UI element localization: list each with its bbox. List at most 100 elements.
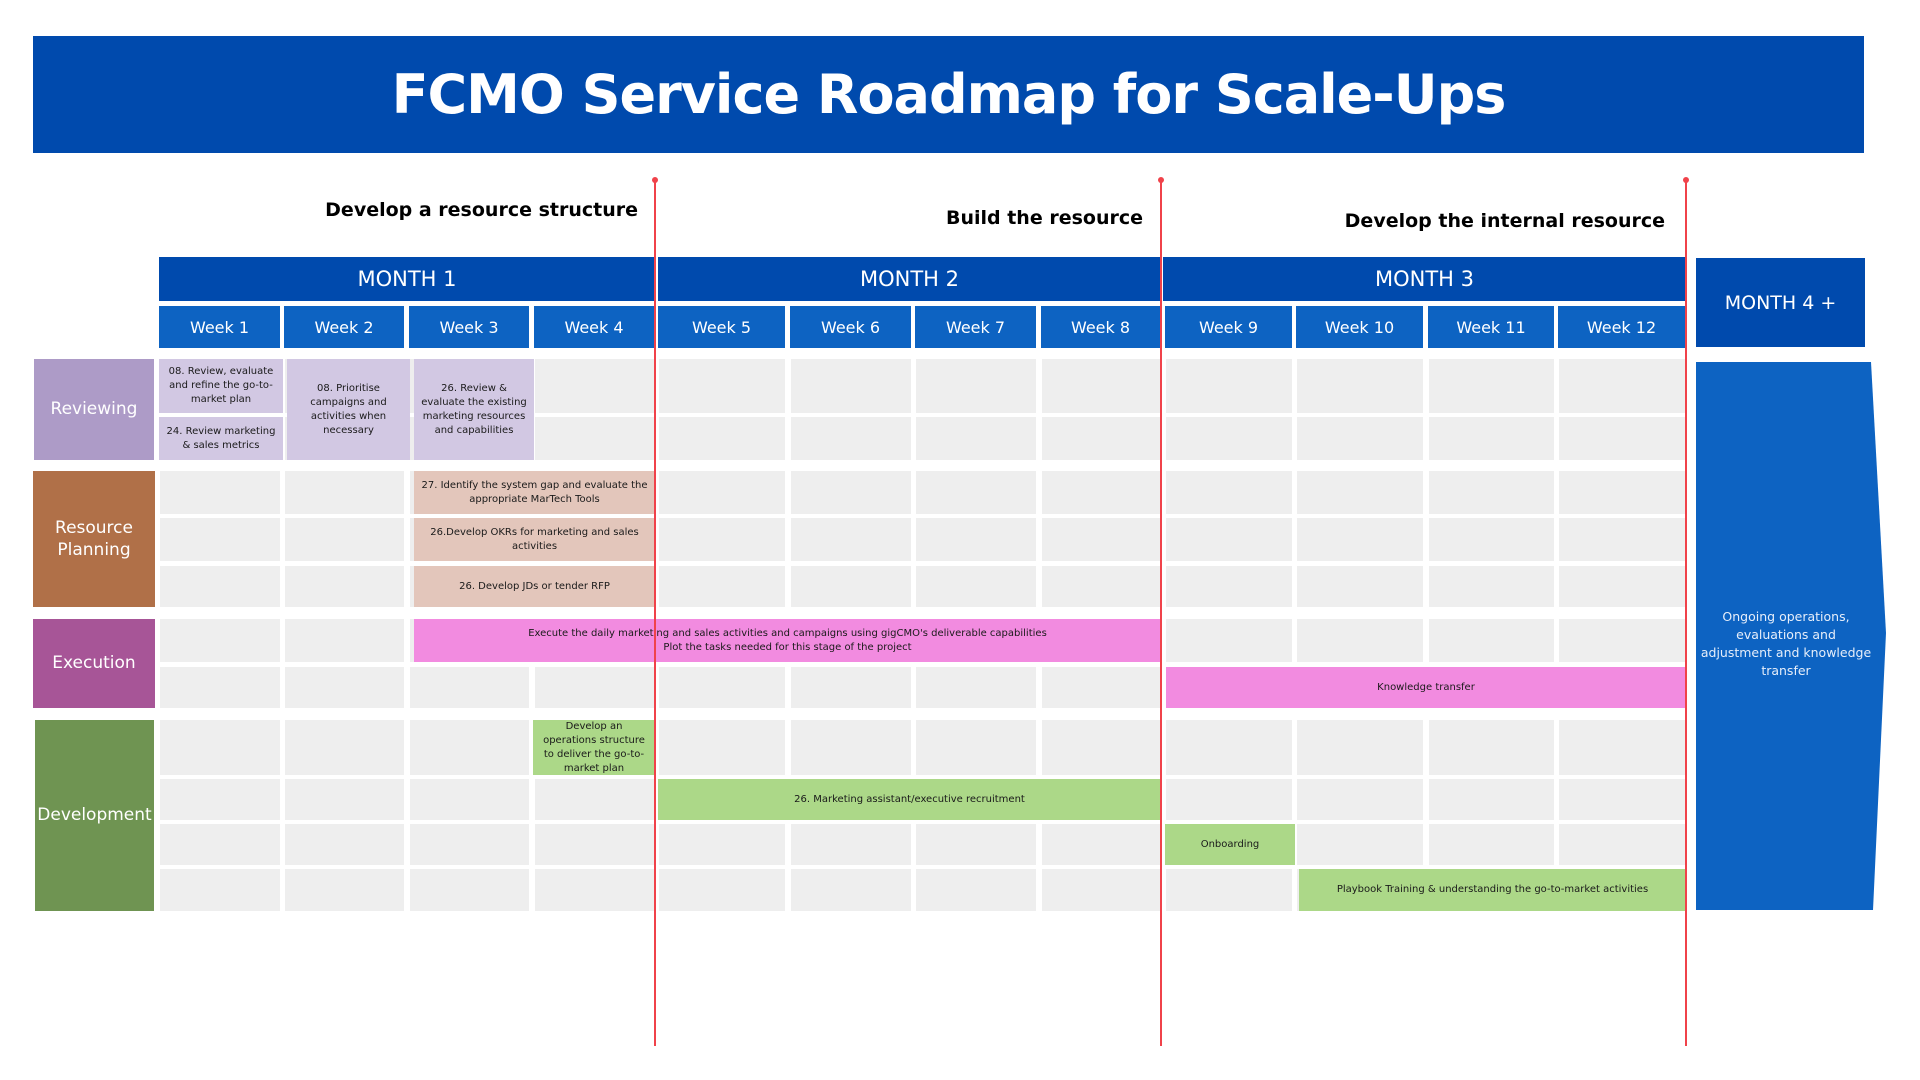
week-header-8: Week 8 bbox=[1041, 306, 1160, 348]
task-identify-system-gap[interactable]: 27. Identify the system gap and evaluate… bbox=[414, 471, 655, 514]
grid-cell bbox=[1166, 720, 1292, 775]
grid-cell bbox=[1042, 720, 1160, 775]
grid-cell bbox=[1042, 359, 1160, 413]
task-review-gtm-plan[interactable]: 08. Review, evaluate and refine the go-t… bbox=[159, 359, 283, 413]
grid-cell bbox=[285, 667, 404, 708]
grid-cell bbox=[659, 417, 785, 460]
grid-cell bbox=[1297, 619, 1423, 662]
week-header-11: Week 11 bbox=[1428, 306, 1554, 348]
task-knowledge-transfer[interactable]: Knowledge transfer bbox=[1166, 667, 1686, 708]
milestone-dot-1 bbox=[652, 177, 658, 183]
grid-cell bbox=[1166, 566, 1292, 607]
grid-cell bbox=[659, 518, 785, 561]
grid-cell bbox=[1429, 566, 1554, 607]
task-execute-line-2: Plot the tasks needed for this stage of … bbox=[663, 641, 912, 653]
phase-label-1: Develop a resource structure bbox=[325, 199, 638, 221]
grid-cell bbox=[1429, 779, 1554, 820]
task-prioritise-campaigns[interactable]: 08. Prioritise campaigns and activities … bbox=[287, 359, 410, 460]
grid-cell bbox=[535, 667, 654, 708]
grid-cell bbox=[1429, 824, 1554, 865]
grid-cell bbox=[285, 869, 404, 911]
page-title: FCMO Service Roadmap for Scale-Ups bbox=[391, 63, 1507, 126]
grid-cell bbox=[659, 720, 785, 775]
grid-cell bbox=[791, 667, 911, 708]
task-playbook-training[interactable]: Playbook Training & understanding the go… bbox=[1299, 869, 1686, 911]
task-develop-operations[interactable]: Develop an operations structure to deliv… bbox=[533, 720, 655, 775]
grid-cell bbox=[1559, 566, 1685, 607]
grid-cell bbox=[916, 720, 1036, 775]
grid-cell bbox=[410, 720, 529, 775]
grid-cell bbox=[916, 518, 1036, 561]
grid-cell bbox=[535, 417, 654, 460]
category-development: Development bbox=[35, 720, 154, 911]
phase-label-2: Build the resource bbox=[945, 207, 1143, 229]
grid-cell bbox=[410, 824, 529, 865]
grid-cell bbox=[1559, 359, 1685, 413]
grid-cell bbox=[1559, 720, 1685, 775]
grid-cell bbox=[1166, 417, 1292, 460]
grid-cell bbox=[659, 359, 785, 413]
grid-cell bbox=[410, 869, 529, 911]
grid-cell bbox=[410, 779, 529, 820]
milestone-dot-3 bbox=[1683, 177, 1689, 183]
title-banner: FCMO Service Roadmap for Scale-Ups bbox=[33, 36, 1864, 153]
month-2-header: MONTH 2 bbox=[658, 257, 1161, 301]
task-review-resources[interactable]: 26. Review & evaluate the existing marke… bbox=[414, 359, 534, 460]
week-header-3: Week 3 bbox=[409, 306, 529, 348]
task-onboarding[interactable]: Onboarding bbox=[1165, 824, 1295, 865]
task-execute-daily[interactable]: Execute the daily marketing and sales ac… bbox=[414, 619, 1161, 662]
grid-cell bbox=[1559, 417, 1685, 460]
grid-cell bbox=[791, 518, 911, 561]
milestone-line-3 bbox=[1685, 180, 1687, 1046]
week-header-12: Week 12 bbox=[1558, 306, 1685, 348]
grid-cell bbox=[791, 359, 911, 413]
grid-cell bbox=[1429, 471, 1554, 514]
grid-cell bbox=[1166, 471, 1292, 514]
grid-cell bbox=[285, 566, 404, 607]
grid-cell bbox=[1429, 720, 1554, 775]
phase-label-3: Develop the internal resource bbox=[1344, 210, 1665, 232]
grid-cell bbox=[160, 518, 280, 561]
month-3-header: MONTH 3 bbox=[1163, 257, 1686, 301]
grid-cell bbox=[160, 720, 280, 775]
task-recruitment[interactable]: 26. Marketing assistant/executive recrui… bbox=[658, 779, 1161, 820]
grid-cell bbox=[160, 471, 280, 514]
grid-cell bbox=[916, 869, 1036, 911]
category-reviewing: Reviewing bbox=[34, 359, 154, 460]
task-develop-okrs[interactable]: 26.Develop OKRs for marketing and sales … bbox=[414, 518, 655, 561]
grid-cell bbox=[1042, 518, 1160, 561]
task-review-metrics[interactable]: 24. Review marketing & sales metrics bbox=[159, 417, 283, 460]
grid-cell bbox=[1559, 619, 1685, 662]
ongoing-operations-text: Ongoing operations, evaluations and adju… bbox=[1700, 609, 1872, 679]
task-execute-line-1: Execute the daily marketing and sales ac… bbox=[528, 627, 1047, 639]
grid-cell bbox=[285, 720, 404, 775]
grid-cell bbox=[1042, 471, 1160, 514]
task-develop-jds[interactable]: 26. Develop JDs or tender RFP bbox=[414, 566, 655, 607]
category-label: Execution bbox=[52, 653, 136, 674]
grid-cell bbox=[1297, 720, 1423, 775]
milestone-line-2 bbox=[1160, 180, 1162, 1046]
week-header-6: Week 6 bbox=[790, 306, 911, 348]
grid-cell bbox=[1559, 824, 1685, 865]
grid-cell bbox=[285, 779, 404, 820]
category-label: Resource Planning bbox=[55, 517, 133, 560]
grid-cell bbox=[1166, 359, 1292, 413]
grid-cell bbox=[410, 667, 529, 708]
week-header-1: Week 1 bbox=[159, 306, 280, 348]
grid-cell bbox=[1559, 518, 1685, 561]
grid-cell bbox=[285, 619, 404, 662]
grid-cell bbox=[1297, 359, 1423, 413]
grid-cell bbox=[1166, 518, 1292, 561]
week-header-9: Week 9 bbox=[1165, 306, 1292, 348]
grid-cell bbox=[285, 824, 404, 865]
grid-cell bbox=[1166, 619, 1292, 662]
grid-cell bbox=[791, 720, 911, 775]
grid-cell bbox=[1042, 667, 1160, 708]
grid-cell bbox=[1297, 824, 1423, 865]
grid-cell bbox=[659, 566, 785, 607]
week-header-10: Week 10 bbox=[1296, 306, 1423, 348]
grid-cell bbox=[1429, 518, 1554, 561]
month-1-header: MONTH 1 bbox=[159, 257, 655, 301]
grid-cell bbox=[659, 471, 785, 514]
grid-cell bbox=[791, 869, 911, 911]
